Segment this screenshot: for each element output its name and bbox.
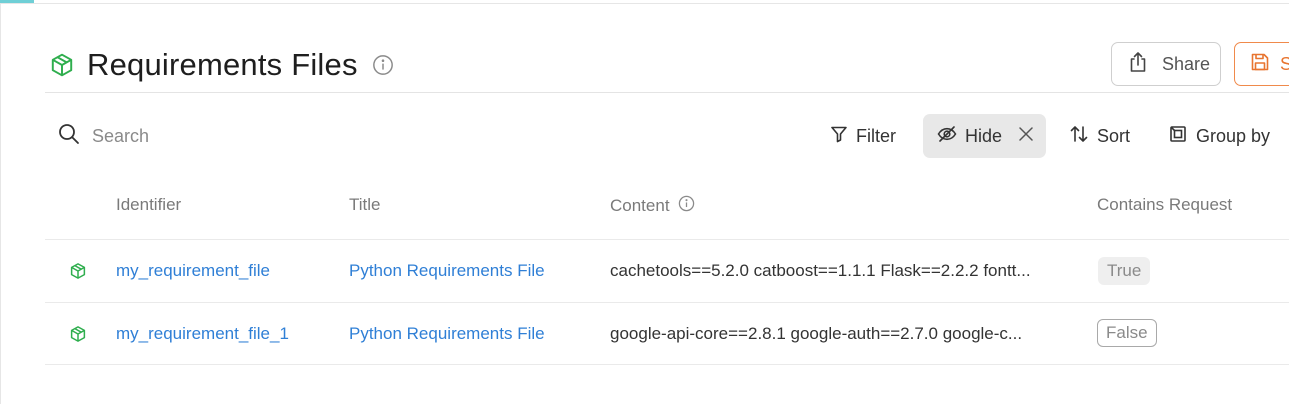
group-by-button[interactable]: Group by <box>1168 114 1270 158</box>
page-header: Requirements Files <box>49 44 394 86</box>
share-button[interactable]: Share <box>1111 42 1221 86</box>
info-icon[interactable] <box>372 54 394 76</box>
filter-button[interactable]: Filter <box>830 114 896 158</box>
identifier-link[interactable]: my_requirement_file_1 <box>116 324 289 344</box>
content-cell: cachetools==5.2.0 catboost==1.1.1 Flask=… <box>610 261 1031 280</box>
title-link[interactable]: Python Requirements File <box>349 261 545 281</box>
sort-label: Sort <box>1097 125 1131 146</box>
top-accent <box>0 0 34 3</box>
cube-icon <box>69 325 87 343</box>
close-icon[interactable] <box>1018 126 1034 147</box>
column-header-content[interactable]: Content <box>610 195 695 217</box>
identifier-link[interactable]: my_requirement_file <box>116 261 270 281</box>
search-input[interactable] <box>92 125 292 147</box>
save-button[interactable]: S <box>1234 42 1289 86</box>
left-border <box>0 3 1 404</box>
share-label: Share <box>1162 53 1211 74</box>
top-border <box>0 3 1289 4</box>
column-header-title[interactable]: Title <box>349 195 381 215</box>
eye-off-icon <box>937 125 957 148</box>
status-badge: True <box>1098 257 1151 285</box>
filter-label: Filter <box>856 125 896 146</box>
table-header-divider <box>45 239 1289 240</box>
cube-icon <box>69 262 87 280</box>
hide-button[interactable]: Hide <box>923 114 1046 158</box>
column-header-contains-request[interactable]: Contains Request <box>1097 195 1232 215</box>
group-icon <box>1168 124 1188 149</box>
sort-button[interactable]: Sort <box>1069 114 1130 158</box>
page-title: Requirements Files <box>87 47 358 82</box>
row-divider <box>45 364 1289 365</box>
group-by-label: Group by <box>1196 125 1271 146</box>
search-bar <box>58 122 292 150</box>
column-header-identifier[interactable]: Identifier <box>116 195 181 215</box>
status-badge: False <box>1097 319 1157 347</box>
save-label: S <box>1280 53 1289 74</box>
header-divider <box>45 92 1289 93</box>
row-divider <box>45 302 1289 303</box>
search-icon <box>58 123 80 150</box>
info-icon[interactable] <box>678 195 695 217</box>
content-cell: google-api-core==2.8.1 google-auth==2.7.… <box>610 324 1023 343</box>
sort-icon <box>1069 124 1089 149</box>
save-icon <box>1250 52 1270 77</box>
cube-icon <box>49 52 75 78</box>
hide-label: Hide <box>965 125 1003 146</box>
title-link[interactable]: Python Requirements File <box>349 324 545 344</box>
filter-icon <box>830 125 848 148</box>
share-icon <box>1128 51 1148 78</box>
